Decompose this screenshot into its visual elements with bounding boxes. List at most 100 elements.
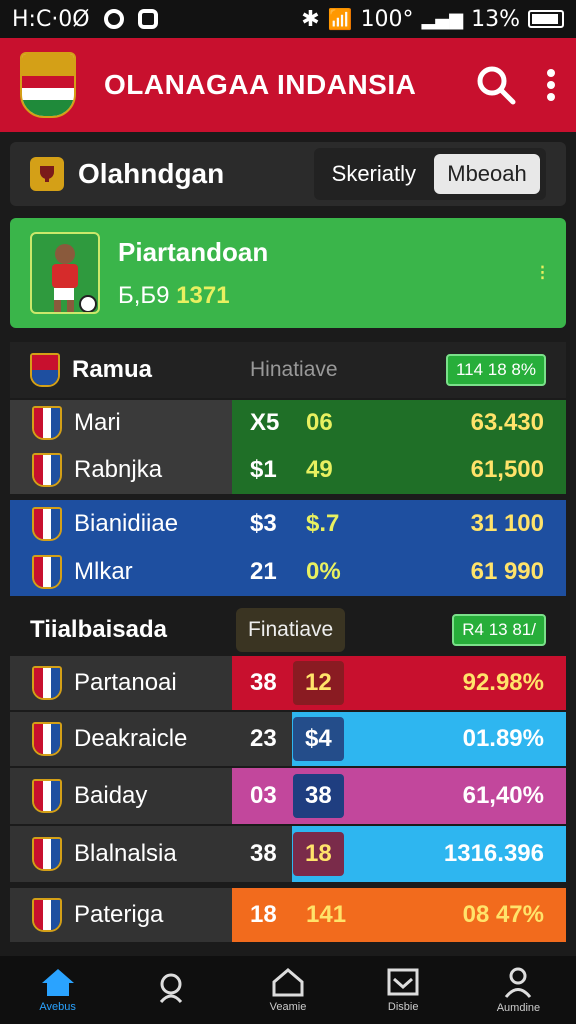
crest-logo — [20, 52, 76, 118]
stat-c: 63.430 — [470, 409, 544, 436]
stat-c: 1316.396 — [443, 840, 544, 867]
table-row[interactable]: Rabnjka $1 49 61,500 — [10, 446, 566, 494]
profile-icon — [505, 967, 532, 998]
table-row[interactable]: Partanoai 38 12 92.98% — [10, 656, 566, 710]
stat-a: 38 — [250, 669, 277, 696]
team-name: Blalnalsia — [74, 840, 177, 867]
team-flag-icon — [32, 555, 62, 589]
stat-b: 18 — [293, 831, 344, 877]
team-name: Bianidiiae — [74, 510, 179, 537]
stat-a: $3 — [250, 510, 277, 537]
trophy-icon — [30, 157, 64, 191]
person-search-icon — [159, 973, 182, 1004]
nav-label: Veamie — [269, 1001, 307, 1013]
nav-label: Avebus — [39, 1001, 76, 1013]
stat-b: 49 — [306, 456, 333, 483]
stat-b: 141 — [306, 901, 347, 928]
wifi-icon: 📶 — [327, 7, 353, 31]
inbox-icon — [387, 968, 419, 996]
stat-c: 31 100 — [470, 510, 544, 537]
section-badge: 114 18 8% — [445, 354, 546, 386]
stat-c: 61 990 — [470, 558, 544, 585]
search-icon[interactable] — [476, 65, 516, 105]
featured-value: 1371 — [176, 281, 230, 309]
stat-b: $.7 — [306, 510, 340, 537]
team-flag-icon — [32, 507, 62, 541]
section-title: Tiialbaisada — [30, 616, 167, 643]
nav-inbox[interactable]: Disbie — [346, 956, 461, 1024]
nav-profile[interactable]: Aumdine — [461, 956, 576, 1024]
team-flag-icon — [32, 722, 62, 756]
team-flag-icon — [32, 406, 62, 440]
team-flag-icon — [32, 898, 62, 932]
table-row[interactable]: Blalnalsia 38 18 1316.396 — [10, 826, 566, 882]
battery-text: 13% — [471, 6, 520, 32]
section-title: Ramua — [72, 356, 153, 383]
stat-a: $1 — [250, 456, 277, 483]
app-bar: OLANAGAA INDANSIA — [0, 38, 576, 132]
table-row[interactable]: Bianidiiae $3 $.7 31 100 — [10, 500, 566, 548]
team-name: Partanoai — [74, 669, 177, 696]
table-row[interactable]: Pateriga 18 141 08 47% — [10, 888, 566, 942]
status-bar: H:C·0Ø ✱ 📶 100° ▂▄▆ 13% — [0, 0, 576, 38]
flag-icon — [30, 353, 60, 387]
team-flag-icon — [32, 779, 62, 813]
nav-search[interactable] — [115, 956, 230, 1024]
vibrate-icon: ✱ — [301, 6, 320, 32]
stat-a: 23 — [250, 725, 277, 752]
stat-b: 12 — [293, 661, 344, 705]
section-badge: R4 13 81/ — [452, 614, 546, 646]
team-name: Mlkar — [74, 558, 133, 585]
stat-b: 38 — [293, 773, 344, 819]
status-time: H:C·0Ø — [12, 6, 90, 32]
circle-icon — [103, 9, 124, 29]
team-name: Rabnjka — [74, 456, 163, 483]
column-label: Finatiave — [236, 608, 346, 652]
team-flag-icon — [32, 453, 62, 487]
stat-a: 18 — [250, 901, 277, 928]
segmented-control: Skeriatly Mbeoah — [313, 148, 546, 200]
stat-c: 08 47% — [462, 901, 544, 928]
more-vert-icon[interactable] — [546, 68, 556, 102]
table-row[interactable]: Mari X5 06 63.430 — [10, 400, 566, 446]
nav-label: Aumdine — [496, 1002, 541, 1014]
stat-c: 92.98% — [462, 669, 544, 696]
signal-text: 100° — [360, 6, 414, 32]
featured-card[interactable]: Piartandoan Б,Б9 1371 ⁝ — [10, 218, 566, 328]
segment-option-1[interactable]: Skeriatly — [314, 148, 434, 200]
stat-a: 21 — [250, 558, 277, 585]
column-label: Hinatiave — [250, 358, 338, 381]
stat-c: 01.89% — [462, 725, 544, 752]
team-name: Deakraicle — [74, 725, 188, 752]
stat-b: 06 — [306, 409, 333, 436]
stat-a: 38 — [250, 840, 277, 867]
featured-prefix: Б,Б9 — [118, 281, 170, 309]
table-row[interactable]: Mlkar 21 0% 61 990 — [10, 548, 566, 596]
player-avatar — [30, 232, 100, 314]
nav-label: Disbie — [387, 1001, 419, 1013]
section-header: Tiialbaisada Finatiave R4 13 81/ — [10, 602, 566, 658]
segment-option-2[interactable]: Mbeoah — [434, 154, 540, 194]
sparkle-icon: ⁝ — [539, 260, 546, 285]
featured-title: Piartandoan — [118, 236, 269, 267]
table-row[interactable]: Deakraicle 23 $4 01.89% — [10, 712, 566, 766]
team-name: Mari — [74, 409, 121, 436]
battery-icon — [528, 10, 564, 28]
signal-icon: ▂▄▆ — [421, 8, 464, 30]
section-header: Ramua Hinatiave 114 18 8% — [10, 342, 566, 398]
stat-b: $4 — [293, 717, 344, 761]
table-row[interactable]: Baiday 03 38 61,40% — [10, 768, 566, 824]
bottom-nav: Avebus Veamie Disbie Aumdine — [0, 956, 576, 1024]
app-title: OLANAGAA INDANSIA — [104, 69, 417, 100]
stat-c: 61,40% — [462, 782, 544, 809]
nav-venue[interactable]: Veamie — [230, 956, 345, 1024]
stat-c: 61,500 — [470, 456, 544, 483]
team-name: Baiday — [74, 782, 148, 809]
team-flag-icon — [32, 837, 62, 871]
notification-icon — [137, 9, 158, 29]
home-icon — [41, 969, 74, 996]
stat-a: 03 — [250, 782, 277, 809]
team-name: Pateriga — [74, 901, 164, 928]
nav-home[interactable]: Avebus — [0, 956, 115, 1024]
stat-b: 0% — [306, 558, 341, 585]
